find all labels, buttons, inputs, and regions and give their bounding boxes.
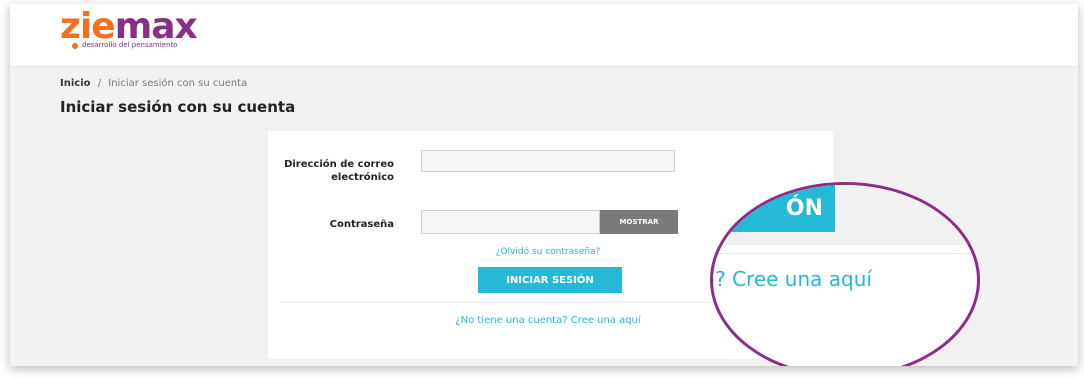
magnified-signin-button: ÓN: [713, 185, 835, 232]
logo-tagline: desarrollo del pensamiento: [82, 41, 178, 49]
password-field[interactable]: [421, 210, 600, 234]
logo-dot-icon: [72, 43, 78, 49]
email-field[interactable]: [421, 150, 675, 172]
site-header: ziemax desarrollo del pensamiento: [10, 4, 1078, 67]
page-title: Iniciar sesión con su cuenta: [60, 98, 296, 116]
breadcrumb: Inicio / Iniciar sesión con su cuenta: [60, 78, 247, 89]
breadcrumb-separator: /: [97, 78, 102, 89]
register-link[interactable]: ¿No tiene una cuenta? Cree una aquí: [368, 315, 728, 326]
magnifier-callout: ÓN ta? Cree una aquí: [710, 182, 980, 366]
password-label: Contraseña: [329, 219, 394, 230]
forgot-password-link[interactable]: ¿Olvidó su contraseña?: [421, 247, 675, 257]
browser-page: ziemax desarrollo del pensamiento Inicio…: [10, 4, 1078, 366]
breadcrumb-current: Iniciar sesión con su cuenta: [108, 78, 248, 89]
signin-button[interactable]: INICIAR SESIÓN: [478, 267, 622, 293]
magnifier-divider: [713, 253, 977, 254]
magnified-register-link: ta? Cree una aquí: [710, 267, 872, 291]
email-label: Dirección de correo electrónico: [284, 159, 394, 183]
ziemax-logo[interactable]: ziemax desarrollo del pensamiento: [60, 8, 198, 52]
breadcrumb-home-link[interactable]: Inicio: [60, 78, 91, 89]
show-password-button[interactable]: MOSTRAR: [600, 210, 678, 234]
